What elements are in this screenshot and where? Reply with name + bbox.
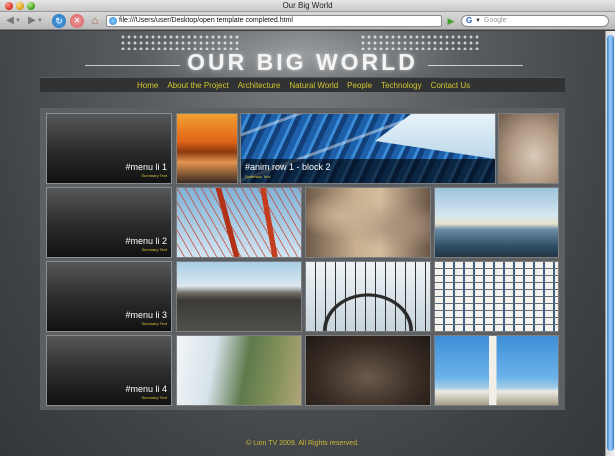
reload-icon[interactable]: ↻ [52, 14, 66, 28]
menu-item-2[interactable]: #menu li 2 Summary Text [46, 187, 172, 258]
photo-lighthouse[interactable] [434, 335, 559, 406]
main-nav: Home About the Project Architecture Natu… [40, 77, 565, 92]
home-icon[interactable]: ⌂ [88, 14, 102, 28]
photo-rock[interactable] [498, 113, 559, 184]
grid-row: #menu li 3 Summary Text [46, 261, 559, 332]
nav-item-natural-world[interactable]: Natural World [289, 81, 338, 90]
address-bar[interactable]: file:///Users/user/Desktop/open template… [106, 15, 442, 27]
back-history-chevron-icon[interactable]: ▼ [15, 14, 21, 28]
menu-item-summary: Summary Text [141, 395, 168, 400]
photo-tower-building[interactable] [434, 261, 559, 332]
photo-buffalo[interactable] [305, 335, 431, 406]
search-input[interactable]: Google [484, 16, 507, 26]
menu-item-label: #menu li 2 [125, 236, 167, 246]
menu-item-1[interactable]: #menu li 1 Summary Text [46, 113, 172, 184]
address-input[interactable]: file:///Users/user/Desktop/open template… [119, 16, 293, 26]
search-engine-chevron-icon[interactable]: ▼ [475, 16, 481, 26]
stop-icon[interactable]: ✕ [70, 14, 84, 28]
sky-area [375, 114, 495, 159]
photo-waterfall[interactable] [176, 335, 302, 406]
menu-item-label: #menu li 1 [125, 162, 167, 172]
nav-item-technology[interactable]: Technology [381, 81, 421, 90]
google-search-icon[interactable]: G [466, 16, 472, 26]
header-light-dots [360, 34, 480, 50]
nav-item-people[interactable]: People [347, 81, 372, 90]
nav-item-contact[interactable]: Contact Us [431, 81, 471, 90]
site-title: OUR BIG WORLD [187, 49, 418, 75]
vertical-scrollbar[interactable] [605, 31, 615, 456]
menu-item-label: #menu li 3 [125, 310, 167, 320]
photo-sunset-coast[interactable] [176, 113, 238, 184]
go-arrow-icon[interactable]: ▶ [445, 15, 457, 27]
menu-item-summary: Summary Text [141, 247, 168, 252]
grid-row: #menu li 1 Summary Text #anim row 1 - bl… [46, 113, 559, 184]
window-titlebar: Our Big World [0, 0, 615, 12]
header-light-dots [120, 34, 240, 50]
photo-arch-bridge[interactable] [305, 261, 431, 332]
grid-row: #menu li 4 Summary Text [46, 335, 559, 406]
page-viewport: OUR BIG WORLD Home About the Project Arc… [0, 31, 605, 456]
menu-item-label: #menu li 4 [125, 384, 167, 394]
anim-block-blue-building[interactable]: #anim row 1 - block 2 Summary Text [240, 113, 496, 184]
nav-item-home[interactable]: Home [137, 81, 158, 90]
menu-item-4[interactable]: #menu li 4 Summary Text [46, 335, 172, 406]
anim-caption-summary: Summary Text [245, 174, 271, 179]
menu-item-summary: Summary Text [141, 173, 168, 178]
search-bar[interactable]: G ▼ Google [461, 15, 609, 27]
scrollbar-thumb[interactable] [607, 35, 614, 451]
anim-caption: #anim row 1 - block 2 Summary Text [241, 159, 495, 183]
photo-lake-sunset[interactable] [434, 187, 559, 258]
anim-caption-title: #anim row 1 - block 2 [245, 162, 331, 172]
page-favicon-icon [109, 17, 117, 25]
menu-item-summary: Summary Text [141, 321, 168, 326]
nav-item-about[interactable]: About the Project [167, 81, 228, 90]
footer-copyright: © Lion TV 2009. All Rights reserved. [246, 440, 359, 447]
photo-golden-gate-bridge[interactable] [176, 187, 302, 258]
forward-history-chevron-icon[interactable]: ▼ [37, 14, 43, 28]
content-grid: #menu li 1 Summary Text #anim row 1 - bl… [40, 108, 565, 410]
browser-toolbar: ◀ ▼ ▶ ▼ ↻ ✕ ⌂ file:///Users/user/Desktop… [0, 12, 615, 30]
photo-beach[interactable] [176, 261, 302, 332]
grid-row: #menu li 2 Summary Text [46, 187, 559, 258]
menu-item-3[interactable]: #menu li 3 Summary Text [46, 261, 172, 332]
photo-carved-stone[interactable] [305, 187, 431, 258]
nav-item-architecture[interactable]: Architecture [238, 81, 281, 90]
window-title: Our Big World [282, 1, 333, 10]
